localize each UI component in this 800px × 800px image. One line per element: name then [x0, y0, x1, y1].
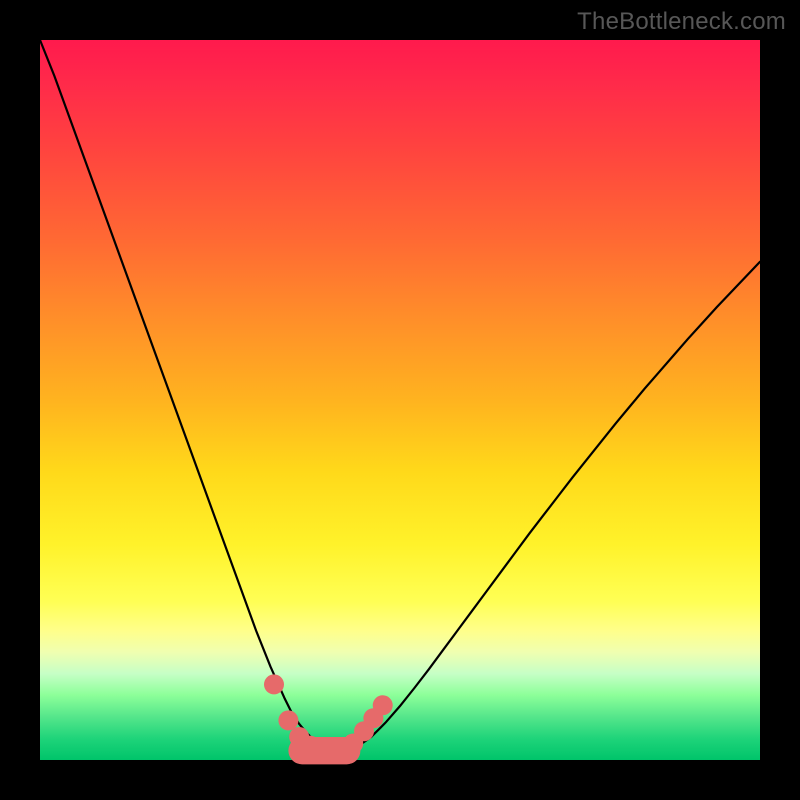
- curve-marker: [373, 695, 393, 715]
- watermark-text: TheBottleneck.com: [577, 8, 786, 36]
- curve-marker: [278, 710, 298, 730]
- bottleneck-curve: [40, 40, 760, 760]
- chart-frame: TheBottleneck.com: [0, 0, 800, 800]
- curve-marker: [264, 674, 284, 694]
- curve-markers: [264, 674, 393, 762]
- curve-line: [40, 40, 760, 753]
- plot-area: [40, 40, 760, 760]
